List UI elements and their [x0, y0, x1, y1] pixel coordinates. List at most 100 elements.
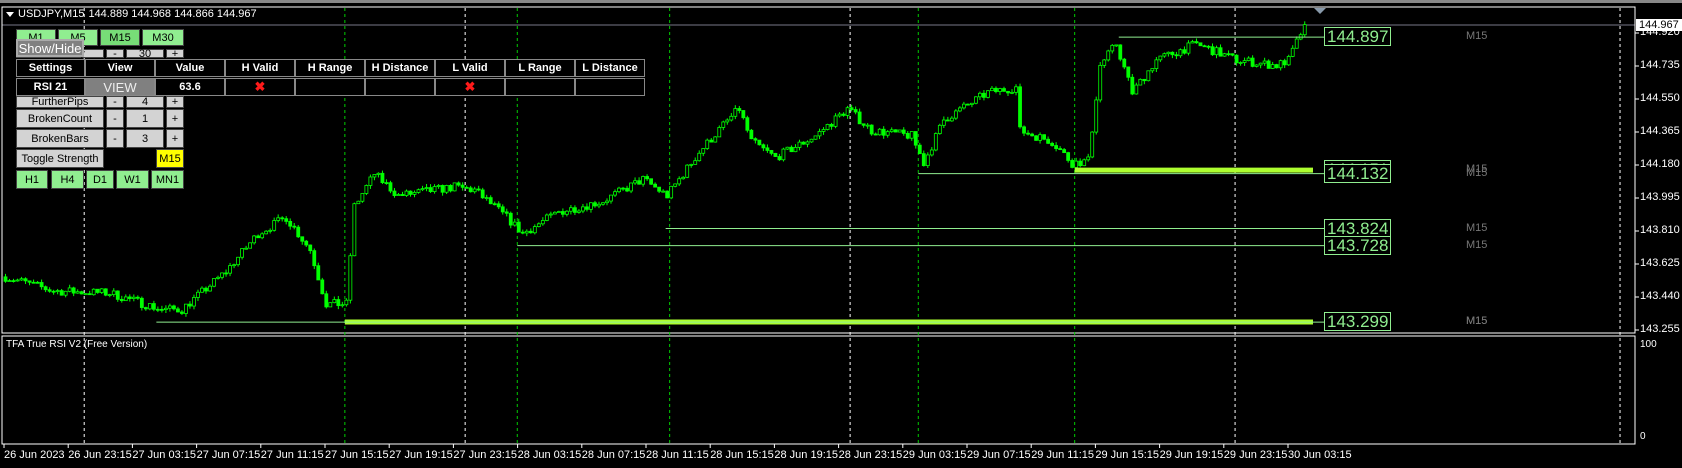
time-tick-label: 27 Jun 23:15 — [453, 449, 518, 461]
setting-value[interactable]: 1 — [126, 109, 164, 128]
candle — [1146, 70, 1151, 82]
candle — [512, 221, 517, 226]
candle — [1234, 54, 1239, 64]
candle — [669, 185, 674, 199]
candle — [629, 182, 633, 192]
candle — [256, 235, 261, 239]
candle — [1026, 132, 1030, 135]
candle — [937, 124, 942, 134]
candle — [1066, 152, 1071, 161]
candle — [376, 172, 381, 175]
candle — [990, 87, 994, 92]
candle — [332, 299, 337, 304]
candle — [905, 133, 910, 139]
candle — [340, 304, 345, 307]
candle — [47, 289, 52, 292]
tf-button-h4[interactable]: H4 — [51, 170, 84, 189]
tf-button-mn1[interactable]: MN1 — [151, 170, 184, 189]
candle — [713, 136, 718, 143]
candle — [825, 124, 830, 130]
toggle-strength-button[interactable]: Toggle Strength — [16, 149, 104, 168]
candle — [111, 290, 116, 295]
candle — [43, 286, 48, 291]
setting-value[interactable]: 30 — [126, 48, 164, 60]
setting-value[interactable]: 3 — [126, 129, 164, 148]
increment-button[interactable]: + — [166, 129, 184, 148]
decrement-button[interactable]: - — [106, 109, 124, 128]
level-price-label: 144.132 — [1324, 163, 1392, 183]
time-tick-label: 27 Jun 07:15 — [196, 449, 261, 461]
subwindow-title: TFA True RSI V2 (Free Version) — [6, 339, 148, 350]
candle — [1150, 68, 1155, 72]
increment-button[interactable]: + — [166, 48, 184, 60]
candle — [929, 149, 934, 156]
tf-button-d1[interactable]: D1 — [86, 170, 114, 189]
candle — [1078, 160, 1083, 167]
candle — [1166, 51, 1171, 55]
candle — [236, 256, 240, 266]
candle — [139, 297, 144, 308]
candle — [589, 202, 593, 210]
candle — [39, 282, 44, 288]
candle — [344, 299, 349, 306]
candle — [1238, 62, 1243, 64]
candle — [504, 211, 509, 214]
decrement-button[interactable]: - — [106, 48, 124, 60]
candle — [67, 287, 72, 292]
candle — [1134, 84, 1139, 95]
candle — [484, 197, 489, 200]
symbol-label: USDJPY,M15 — [18, 8, 85, 20]
candle — [637, 180, 641, 185]
setting-label: BrokenBars — [16, 129, 104, 148]
candle — [536, 223, 541, 227]
candle — [1154, 59, 1159, 70]
candle — [677, 178, 682, 185]
candle — [705, 139, 710, 149]
tf-button-w1[interactable]: W1 — [116, 170, 149, 189]
table-header: L Range — [505, 59, 575, 77]
tf-button-h1[interactable]: H1 — [16, 170, 48, 189]
candle — [1290, 47, 1295, 57]
level-timeframe-label: M15 — [1466, 30, 1488, 43]
candle — [1278, 60, 1283, 69]
candle — [528, 230, 533, 234]
candle — [817, 131, 822, 137]
candle — [885, 131, 890, 136]
candle — [292, 225, 297, 228]
time-tick-label: 29 Jun 23:15 — [1223, 449, 1288, 461]
candle — [681, 176, 686, 180]
decrement-button[interactable]: - — [106, 129, 124, 148]
candle — [396, 194, 401, 196]
candle — [304, 240, 309, 246]
candle — [83, 293, 88, 296]
candle — [388, 182, 393, 192]
collapse-triangle-icon[interactable] — [6, 11, 14, 17]
price-tick-label: 144.550 — [1640, 92, 1680, 104]
increment-button[interactable]: + — [166, 96, 184, 108]
candle — [1142, 78, 1147, 82]
tf-button-m30[interactable]: M30 — [142, 29, 184, 46]
decrement-button[interactable]: - — [106, 96, 124, 108]
candle — [1270, 64, 1275, 69]
view-button[interactable]: VIEW — [85, 78, 155, 96]
candle — [1086, 156, 1091, 161]
candle — [280, 217, 285, 220]
time-tick-label: 30 Jun 03:15 — [1288, 449, 1352, 461]
candle — [737, 108, 742, 111]
setting-value[interactable]: 4 — [126, 96, 164, 108]
candle — [945, 119, 950, 122]
candle — [777, 156, 782, 161]
candle — [1222, 53, 1227, 57]
candle — [721, 121, 726, 128]
candle — [1282, 60, 1287, 66]
show-hide-button[interactable]: Show/Hide — [16, 39, 84, 57]
increment-button[interactable]: + — [166, 109, 184, 128]
candle — [492, 203, 497, 206]
candle — [1106, 50, 1111, 61]
candle — [452, 182, 457, 192]
candle — [1254, 64, 1259, 67]
tf-button-m15[interactable]: M15 — [100, 29, 140, 46]
candle — [268, 229, 273, 232]
candle — [99, 288, 104, 293]
candle — [801, 141, 806, 145]
